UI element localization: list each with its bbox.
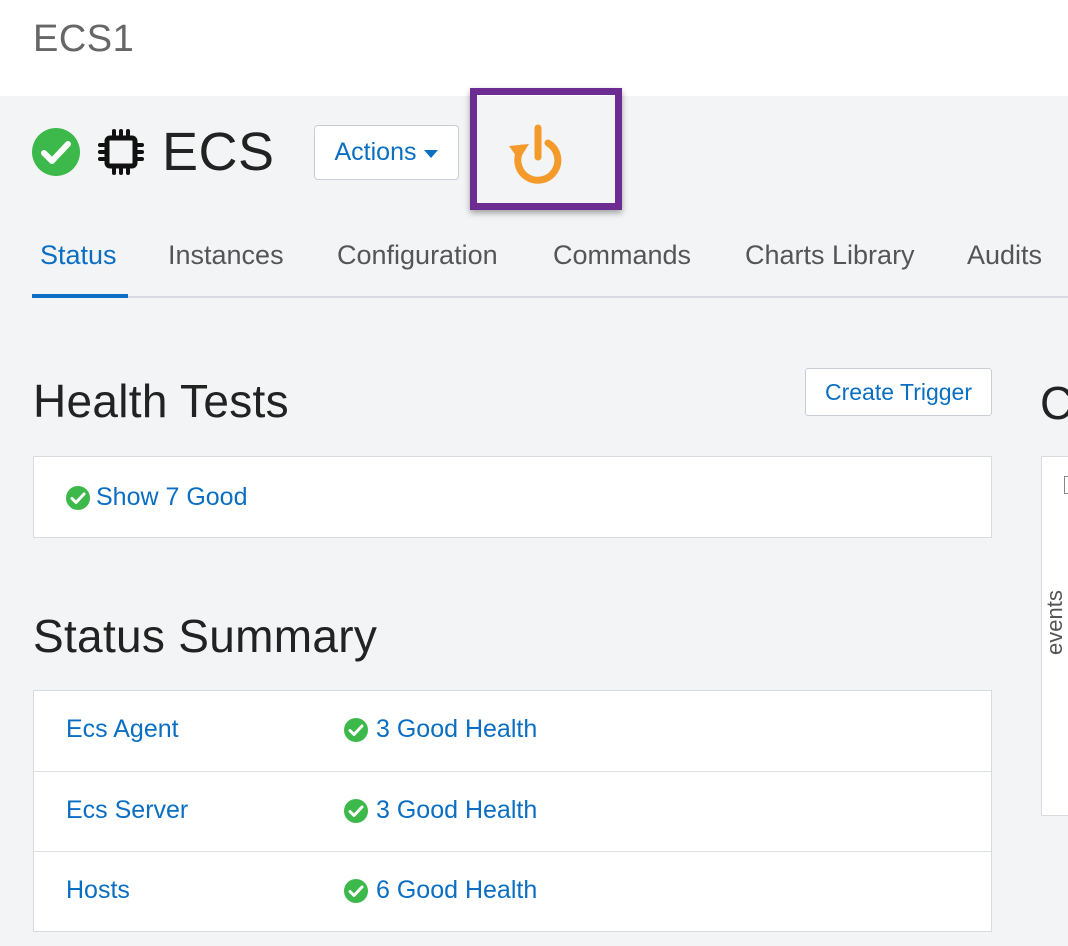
health-summary-link[interactable]: 3 Good Health (344, 715, 537, 744)
tab-status[interactable]: Status (40, 240, 117, 271)
status-summary-heading: Status Summary (33, 610, 378, 662)
actions-label: Actions (334, 138, 417, 166)
tab-charts-library[interactable]: Charts Library (745, 240, 915, 271)
chart-axis-label: events (1042, 590, 1067, 655)
health-good-icon (66, 485, 90, 510)
create-trigger-button[interactable]: Create Trigger (805, 368, 992, 416)
role-link-ecs-server[interactable]: Ecs Server (66, 796, 188, 825)
cluster-title[interactable]: ECS1 (33, 18, 134, 61)
top-bar: ECS1 (0, 0, 1068, 96)
active-tab-indicator (32, 294, 128, 298)
chip-icon (98, 129, 144, 175)
show-good-label: Show 7 Good (96, 483, 248, 511)
health-good-icon (32, 128, 80, 176)
health-summary-label: 6 Good Health (376, 876, 538, 904)
health-good-icon (344, 878, 368, 903)
service-title: ECS (162, 122, 275, 182)
restart-icon[interactable] (505, 122, 567, 184)
tab-instances[interactable]: Instances (168, 240, 284, 271)
health-good-icon (344, 798, 368, 823)
tab-audits[interactable]: Audits (967, 240, 1042, 271)
health-tests-panel: Show 7 Good (33, 456, 992, 538)
status-summary-table: Ecs Agent 3 Good Health Ecs Server 3 Goo… (33, 690, 992, 932)
side-panel-heading: C (1040, 377, 1068, 429)
side-chart-checkbox[interactable] (1064, 476, 1068, 494)
role-link-ecs-agent[interactable]: Ecs Agent (66, 715, 179, 744)
role-link-hosts[interactable]: Hosts (66, 876, 130, 905)
caret-down-icon (424, 150, 439, 158)
health-summary-link[interactable]: 6 Good Health (344, 876, 537, 905)
actions-dropdown-button[interactable]: Actions (314, 125, 459, 180)
tab-commands[interactable]: Commands (553, 240, 691, 271)
health-summary-label: 3 Good Health (376, 796, 538, 824)
service-tabs: Status Instances Configuration Commands … (32, 230, 1068, 298)
health-summary-link[interactable]: 3 Good Health (344, 796, 537, 825)
table-row: Ecs Agent 3 Good Health (34, 691, 991, 771)
table-row: Ecs Server 3 Good Health (34, 771, 991, 851)
table-row: Hosts 6 Good Health (34, 851, 991, 931)
tab-configuration[interactable]: Configuration (337, 240, 498, 271)
health-good-icon (344, 717, 368, 742)
health-summary-label: 3 Good Health (376, 715, 538, 743)
service-header: ECS (32, 122, 275, 182)
health-tests-heading: Health Tests (33, 375, 289, 427)
show-good-link[interactable]: Show 7 Good (66, 483, 248, 512)
